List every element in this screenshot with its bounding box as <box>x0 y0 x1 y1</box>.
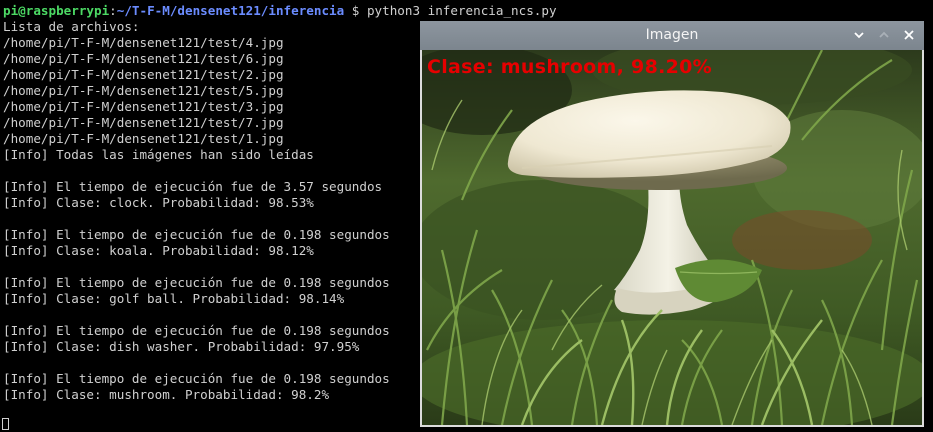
classification-label: Clase: mushroom, 98.20% <box>427 56 712 78</box>
terminal-line: [Info] Todas las imágenes han sido leída… <box>3 147 314 162</box>
close-button[interactable] <box>901 27 917 43</box>
terminal-line: [Info] Clase: clock. Probabilidad: 98.53… <box>3 195 314 210</box>
terminal-line: /home/pi/T-F-M/densenet121/test/2.jpg <box>3 67 284 82</box>
image-viewport: Clase: mushroom, 98.20% <box>422 50 922 425</box>
terminal-line: /home/pi/T-F-M/densenet121/test/6.jpg <box>3 51 284 66</box>
prompt-user-host: pi@raspberrypi <box>3 3 110 18</box>
image-window[interactable]: Imagen Clase: mushroom, 98.20% <box>420 21 924 427</box>
maximize-button[interactable] <box>876 27 892 43</box>
terminal-line: [Info] Clase: golf ball. Probabilidad: 9… <box>3 291 345 306</box>
window-title: Imagen <box>645 27 699 43</box>
terminal-line: /home/pi/T-F-M/densenet121/test/1.jpg <box>3 131 284 146</box>
chevron-down-icon <box>854 32 864 39</box>
terminal-cursor <box>2 418 9 430</box>
close-icon <box>904 30 914 40</box>
terminal-line: /home/pi/T-F-M/densenet121/test/5.jpg <box>3 83 284 98</box>
terminal-line: [Info] El tiempo de ejecución fue de 0.1… <box>3 227 390 242</box>
terminal-line: /home/pi/T-F-M/densenet121/test/4.jpg <box>3 35 284 50</box>
terminal-line: [Info] Clase: dish washer. Probabilidad:… <box>3 339 360 354</box>
mushroom-photo <box>422 50 922 425</box>
terminal-line: /home/pi/T-F-M/densenet121/test/3.jpg <box>3 99 284 114</box>
terminal-line: [Info] El tiempo de ejecución fue de 3.5… <box>3 179 383 194</box>
minimize-button[interactable] <box>851 27 867 43</box>
terminal-line: [Info] Clase: koala. Probabilidad: 98.12… <box>3 243 314 258</box>
prompt-path: ~/T-F-M/densenet121/inferencia <box>116 3 345 18</box>
window-titlebar[interactable]: Imagen <box>420 21 924 50</box>
prompt-command: python3 inferencia_ncs.py <box>366 3 557 18</box>
prompt-separator: : <box>109 3 117 18</box>
terminal-prompt-line: pi@raspberrypi:~/T-F-M/densenet121/infer… <box>3 3 557 19</box>
terminal-line: Lista de archivos: <box>3 19 140 34</box>
terminal-line: [Info] Clase: mushroom. Probabilidad: 98… <box>3 387 330 402</box>
terminal-line: [Info] El tiempo de ejecución fue de 0.1… <box>3 275 390 290</box>
terminal-line: /home/pi/T-F-M/densenet121/test/7.jpg <box>3 115 284 130</box>
chevron-up-icon <box>879 31 889 38</box>
terminal-line: [Info] El tiempo de ejecución fue de 0.1… <box>3 371 390 386</box>
prompt-symbol: $ <box>344 3 367 18</box>
terminal-line: [Info] El tiempo de ejecución fue de 0.1… <box>3 323 390 338</box>
